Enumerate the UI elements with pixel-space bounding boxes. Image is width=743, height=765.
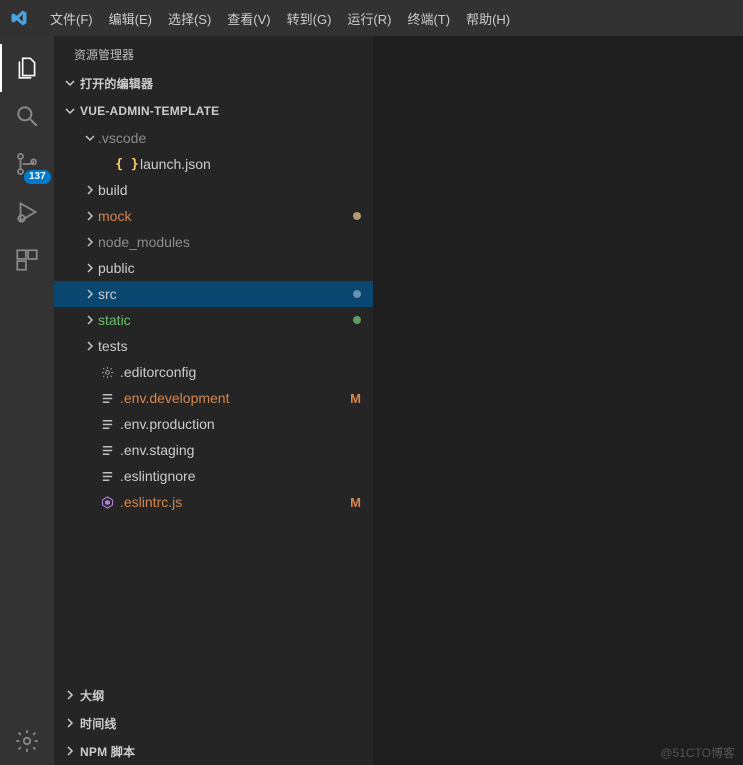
menu-item[interactable]: 查看(V) xyxy=(219,8,278,31)
tree-item-label: .env.staging xyxy=(120,442,361,458)
activity-settings[interactable] xyxy=(0,717,54,765)
activity-source-control[interactable]: 137 xyxy=(0,140,54,188)
tree-folder[interactable]: .vscode xyxy=(54,125,373,151)
git-status-dot xyxy=(353,290,361,298)
chevron-right-icon xyxy=(82,208,98,224)
files-icon xyxy=(14,55,40,81)
git-status-dot xyxy=(353,212,361,220)
tree-file[interactable]: .editorconfig xyxy=(54,359,373,385)
tree-item-label: .env.development xyxy=(120,390,350,406)
tree-item-label: .eslintignore xyxy=(120,468,361,484)
titlebar: 文件(F)编辑(E)选择(S)查看(V)转到(G)运行(R)终端(T)帮助(H) xyxy=(0,0,743,36)
chevron-right-icon xyxy=(82,234,98,250)
menu-item[interactable]: 选择(S) xyxy=(160,8,219,31)
editor-area xyxy=(374,36,743,765)
vscode-logo-icon xyxy=(10,9,28,27)
activity-extensions[interactable] xyxy=(0,236,54,284)
tree-file[interactable]: .env.developmentM xyxy=(54,385,373,411)
section-label: 大纲 xyxy=(80,687,104,704)
menu-bar: 文件(F)编辑(E)选择(S)查看(V)转到(G)运行(R)终端(T)帮助(H) xyxy=(42,9,518,28)
menu-item[interactable]: 转到(G) xyxy=(279,8,340,31)
tree-item-label: .editorconfig xyxy=(120,364,361,380)
menu-item[interactable]: 终端(T) xyxy=(399,8,458,31)
activity-bar: 137 xyxy=(0,36,54,765)
tree-item-label: .eslintrc.js xyxy=(120,494,350,510)
main-area: 137 资源管理器 打开的编辑器 VUE-ADMIN-TEMPLATE xyxy=(0,36,743,765)
tree-item-label: launch.json xyxy=(140,156,361,172)
file-tree: .vscode { }launch.json build mock node_modul… xyxy=(54,125,373,681)
section-label: 打开的编辑器 xyxy=(80,75,153,92)
extensions-icon xyxy=(14,247,40,273)
tree-file[interactable]: .eslintignore xyxy=(54,463,373,489)
lines-icon xyxy=(98,467,116,485)
menu-item[interactable]: 运行(R) xyxy=(339,8,399,31)
gear-icon xyxy=(98,363,116,381)
menu-item[interactable]: 帮助(H) xyxy=(458,8,518,31)
section-project[interactable]: VUE-ADMIN-TEMPLATE xyxy=(54,97,373,125)
lines-icon xyxy=(98,415,116,433)
tree-file[interactable]: { }launch.json xyxy=(54,151,373,177)
lines-icon xyxy=(98,389,116,407)
chevron-right-icon xyxy=(82,338,98,354)
explorer-sidebar: 资源管理器 打开的编辑器 VUE-ADMIN-TEMPLATE .vscode {… xyxy=(54,36,374,765)
section-label: 时间线 xyxy=(80,715,117,732)
chevron-right-icon xyxy=(82,182,98,198)
scm-badge: 137 xyxy=(24,170,51,184)
activity-run-debug[interactable] xyxy=(0,188,54,236)
braces-icon: { } xyxy=(118,155,136,173)
tree-item-label: public xyxy=(98,260,361,276)
chevron-down-icon xyxy=(82,130,98,146)
tree-folder[interactable]: public xyxy=(54,255,373,281)
tree-folder[interactable]: build xyxy=(54,177,373,203)
activity-explorer[interactable] xyxy=(0,44,54,92)
vscode-window: 文件(F)编辑(E)选择(S)查看(V)转到(G)运行(R)终端(T)帮助(H)… xyxy=(0,0,743,765)
section-label: NPM 脚本 xyxy=(80,743,135,760)
tree-item-label: static xyxy=(98,312,353,328)
lines-icon xyxy=(98,441,116,459)
tree-folder[interactable]: src xyxy=(54,281,373,307)
activity-search[interactable] xyxy=(0,92,54,140)
chevron-right-icon xyxy=(82,312,98,328)
tree-folder[interactable]: node_modules xyxy=(54,229,373,255)
search-icon xyxy=(14,103,40,129)
section-label: VUE-ADMIN-TEMPLATE xyxy=(80,104,219,118)
watermark: @51CTO博客 xyxy=(660,744,735,761)
chevron-right-icon xyxy=(62,743,78,759)
debug-icon xyxy=(14,199,40,225)
chevron-right-icon xyxy=(62,715,78,731)
eslint-icon xyxy=(98,493,116,511)
tree-item-label: src xyxy=(98,286,353,302)
tree-folder[interactable]: static xyxy=(54,307,373,333)
chevron-down-icon xyxy=(62,103,78,119)
tree-folder[interactable]: mock xyxy=(54,203,373,229)
section-npm[interactable]: NPM 脚本 xyxy=(54,737,373,765)
section-outline[interactable]: 大纲 xyxy=(54,681,373,709)
git-modified-badge: M xyxy=(350,391,361,406)
git-modified-badge: M xyxy=(350,495,361,510)
tree-item-label: tests xyxy=(98,338,361,354)
tree-item-label: node_modules xyxy=(98,234,361,250)
chevron-right-icon xyxy=(62,687,78,703)
tree-file[interactable]: .env.staging xyxy=(54,437,373,463)
menu-item[interactable]: 文件(F) xyxy=(42,8,101,31)
tree-item-label: build xyxy=(98,182,361,198)
tree-item-label: .vscode xyxy=(98,130,361,146)
tree-file[interactable]: .env.production xyxy=(54,411,373,437)
chevron-down-icon xyxy=(62,75,78,91)
gear-icon xyxy=(14,728,40,754)
section-timeline[interactable]: 时间线 xyxy=(54,709,373,737)
section-open-editors[interactable]: 打开的编辑器 xyxy=(54,69,373,97)
tree-file[interactable]: .eslintrc.jsM xyxy=(54,489,373,515)
tree-item-label: mock xyxy=(98,208,353,224)
menu-item[interactable]: 编辑(E) xyxy=(101,8,160,31)
chevron-right-icon xyxy=(82,286,98,302)
tree-item-label: .env.production xyxy=(120,416,361,432)
explorer-title: 资源管理器 xyxy=(54,36,373,69)
git-status-dot xyxy=(353,316,361,324)
tree-folder[interactable]: tests xyxy=(54,333,373,359)
chevron-right-icon xyxy=(82,260,98,276)
